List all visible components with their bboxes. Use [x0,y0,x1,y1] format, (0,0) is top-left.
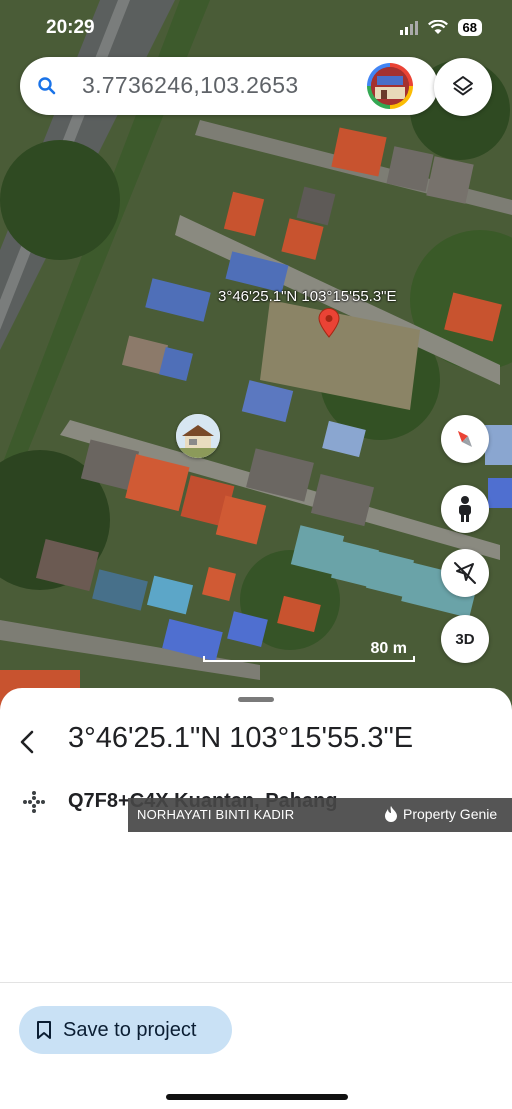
map-view[interactable]: 20:29 68 3.7736246,103.2653 3°46'25.1"N … [0,0,512,710]
pegman-icon [459,496,471,522]
home-indicator[interactable] [166,1094,348,1100]
layers-icon [453,76,473,96]
save-to-project-label: Save to project [63,1018,197,1041]
compass-icon [458,431,472,447]
avatar-image [371,67,409,105]
search-icon[interactable] [38,77,56,95]
save-to-project-button[interactable]: Save to project [19,1006,232,1054]
status-bar: 20:29 68 [0,0,512,56]
battery-indicator: 68 [457,19,482,36]
plus-code-icon [23,791,45,813]
watermark-brand: Property Genie [384,806,497,822]
signal-icon [399,20,418,35]
sheet-drag-handle[interactable] [238,697,274,702]
location-pin-icon[interactable] [318,308,340,338]
map-pin-label: 3°46'25.1"N 103°15'55.3"E [218,288,397,305]
watermark-brand-label: Property Genie [403,806,498,822]
avatar[interactable] [367,63,413,109]
compass-button[interactable] [441,415,489,463]
photo-image [176,414,220,458]
3d-toggle-button[interactable]: 3D [441,615,489,663]
status-icons: 68 [399,19,482,36]
scale-line [203,656,415,662]
map-scale: 80 m [203,640,415,662]
watermark-banner: NORHAYATI BINTI KADIR Property Genie [128,798,512,832]
flame-icon [385,806,397,822]
location-off-icon [454,562,476,584]
bookmark-icon [37,1021,51,1039]
status-time: 20:29 [46,17,95,38]
search-input[interactable]: 3.7736246,103.2653 [82,72,362,102]
layers-button[interactable] [434,58,492,116]
place-title: 3°46'25.1"N 103°15'55.3"E [68,722,414,754]
street-photo-thumbnail[interactable] [176,414,220,458]
sheet-divider [0,982,512,983]
watermark-name: NORHAYATI BINTI KADIR [137,807,295,822]
wifi-icon [427,20,448,34]
back-arrow-icon[interactable] [12,722,48,762]
my-location-button[interactable] [441,549,489,597]
street-view-button[interactable] [441,485,489,533]
